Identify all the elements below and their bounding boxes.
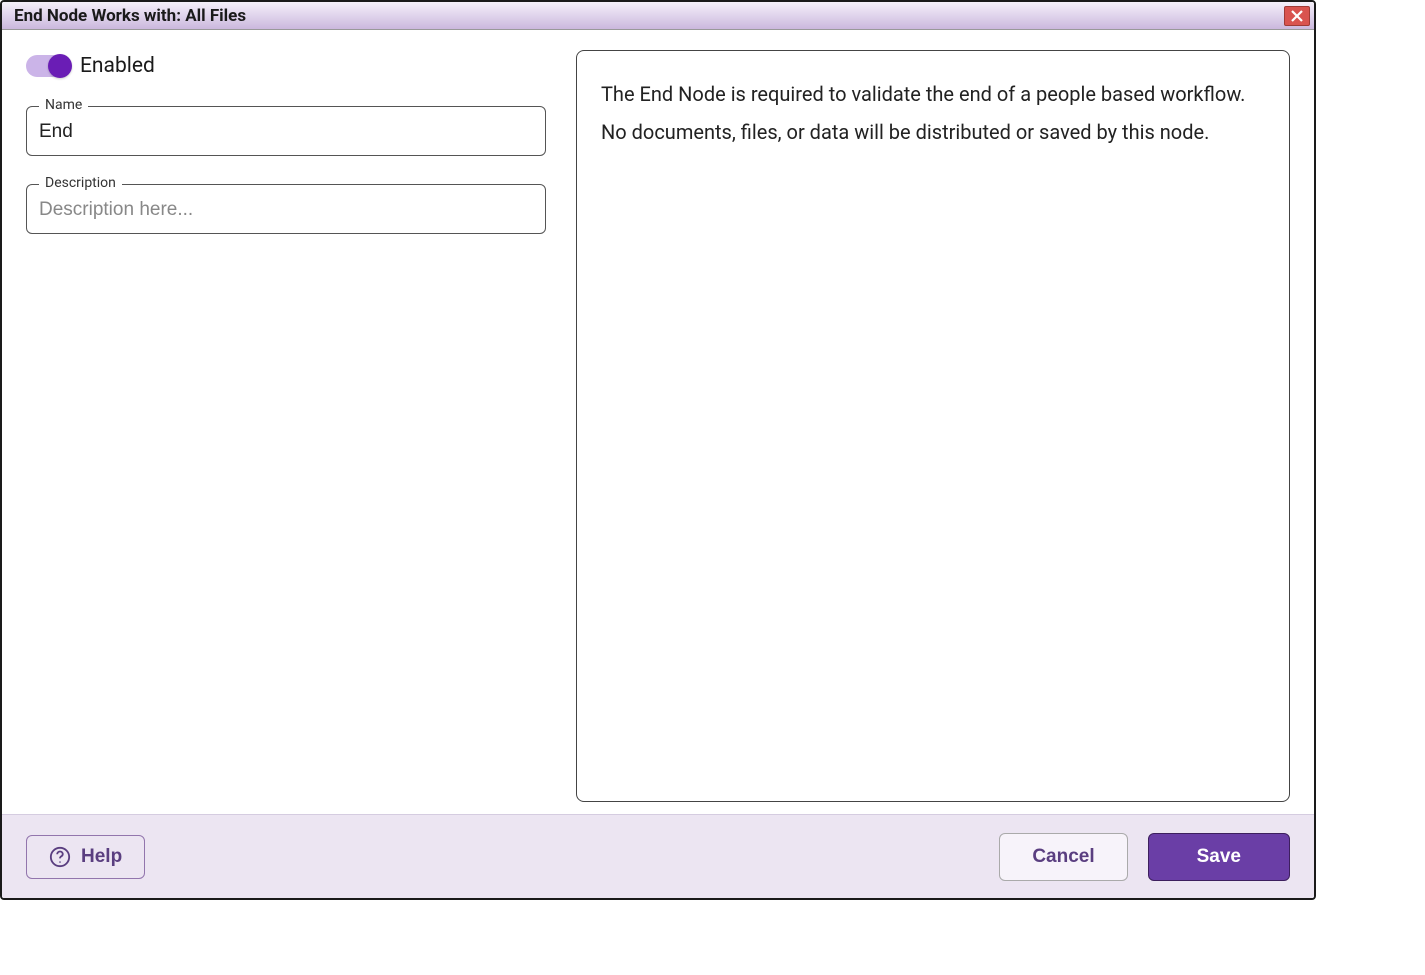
cancel-button-label: Cancel bbox=[1032, 846, 1094, 868]
name-input[interactable] bbox=[27, 107, 545, 155]
save-button-label: Save bbox=[1197, 846, 1241, 868]
help-icon bbox=[49, 846, 71, 868]
help-button[interactable]: Help bbox=[26, 835, 145, 879]
description-field-group: Description bbox=[26, 184, 546, 234]
dialog-window: End Node Works with: All Files Enabled N… bbox=[0, 0, 1316, 900]
toggle-knob bbox=[48, 54, 72, 78]
info-panel: The End Node is required to validate the… bbox=[576, 50, 1290, 802]
save-button[interactable]: Save bbox=[1148, 833, 1290, 881]
form-panel: Enabled Name Description bbox=[26, 50, 546, 802]
info-text: The End Node is required to validate the… bbox=[601, 75, 1265, 151]
dialog-body: Enabled Name Description The End Node is… bbox=[2, 30, 1314, 814]
dialog-footer: Help Cancel Save bbox=[2, 814, 1314, 898]
enabled-toggle[interactable] bbox=[26, 55, 70, 77]
help-button-label: Help bbox=[81, 846, 122, 868]
dialog-title: End Node Works with: All Files bbox=[14, 6, 246, 26]
enabled-toggle-label: Enabled bbox=[80, 54, 155, 78]
footer-left: Help bbox=[26, 835, 145, 879]
enabled-toggle-row: Enabled bbox=[26, 54, 546, 78]
name-field-group: Name bbox=[26, 106, 546, 156]
name-field-label: Name bbox=[39, 97, 88, 113]
description-field-label: Description bbox=[39, 175, 122, 191]
title-bar: End Node Works with: All Files bbox=[2, 2, 1314, 30]
close-button[interactable] bbox=[1284, 6, 1310, 26]
description-input[interactable] bbox=[27, 185, 545, 233]
cancel-button[interactable]: Cancel bbox=[999, 833, 1127, 881]
footer-right: Cancel Save bbox=[999, 833, 1290, 881]
close-icon bbox=[1291, 10, 1303, 22]
